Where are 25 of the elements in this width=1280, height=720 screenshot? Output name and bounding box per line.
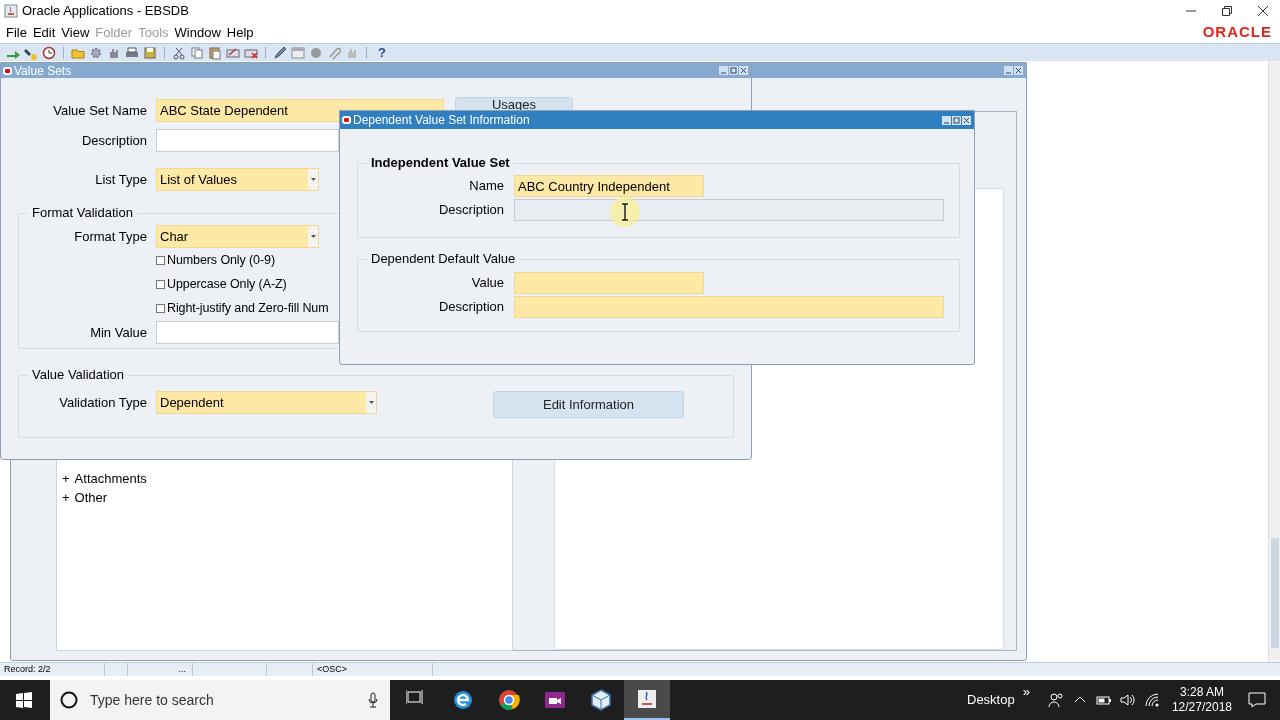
logo: ORACLE bbox=[1202, 22, 1272, 43]
group-title: Dependent Default Value bbox=[370, 252, 517, 266]
checkbox-label: Uppercase Only (A-Z) bbox=[167, 275, 287, 293]
checkbox-label: Right-justify and Zero-fill Num bbox=[167, 299, 329, 317]
field-label: Value Set Name bbox=[52, 101, 147, 120]
status-text: <OSC> bbox=[317, 662, 347, 676]
field-label: Value bbox=[470, 273, 504, 292]
checkbox-label: Numbers Only (0-9) bbox=[167, 251, 275, 269]
window-title: Value Sets bbox=[14, 62, 72, 80]
field-label: Name bbox=[468, 177, 504, 196]
group-title: Independent Value Set bbox=[370, 156, 511, 170]
field-label: Validation Type bbox=[58, 393, 147, 412]
field-label: Min Value bbox=[89, 323, 147, 342]
field-label: Description bbox=[437, 297, 504, 316]
clock-date: 12/27/2018 bbox=[1171, 700, 1232, 715]
field-label: Description bbox=[437, 200, 504, 219]
field-label: Format Type bbox=[73, 227, 147, 246]
group-title: Value Validation bbox=[31, 368, 126, 382]
group-title: Format Validation bbox=[31, 206, 134, 220]
field-label: Description bbox=[80, 131, 147, 150]
status-text: ... bbox=[178, 662, 186, 676]
clock-time: 3:28 AM bbox=[1179, 685, 1224, 700]
field-label: List Type bbox=[94, 170, 147, 189]
window-title: Oracle Applications - EBSDB bbox=[22, 2, 189, 21]
status-text: Record: 2/2 bbox=[4, 662, 51, 676]
